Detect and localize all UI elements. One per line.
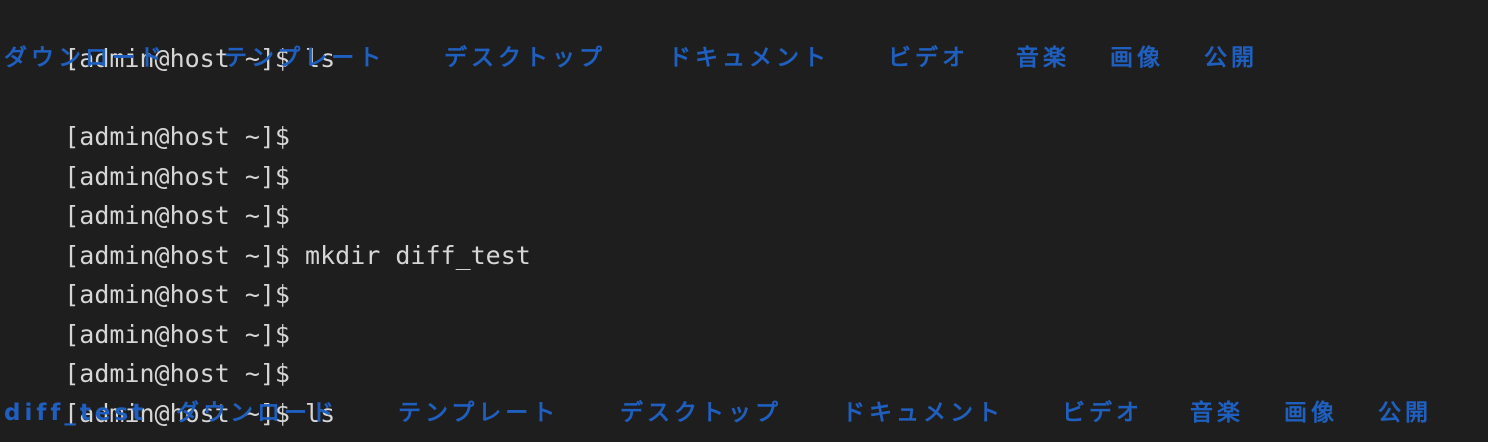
directory-entry: 音楽 [1016, 45, 1070, 71]
terminal-line: [admin@host ~]$ [4, 276, 290, 349]
terminal-line: [admin@host ~]$ ls [4, 355, 335, 428]
directory-entry: ドキュメント [842, 400, 1004, 426]
command-text: mkdir diff_test [290, 241, 531, 270]
terminal-line: [admin@host ~]$ [4, 315, 290, 388]
directory-entry: 画像 [1110, 45, 1164, 71]
directory-entry: ビデオ [888, 45, 969, 71]
directory-listing: ダウンロード テンプレート デスクトップ ドキュメント ビデオ 音楽 画像 公開 [4, 39, 1254, 78]
directory-entry: ダウンロード [4, 45, 166, 71]
directory-entry: 画像 [1284, 400, 1338, 426]
directory-entry: デスクトップ [620, 400, 782, 426]
directory-entry: ビデオ [1062, 400, 1143, 426]
directory-entry: 公開 [1378, 400, 1432, 426]
directory-entry: 公開 [1204, 45, 1258, 71]
directory-entry: テンプレート [224, 45, 386, 71]
directory-entry: 音楽 [1190, 400, 1244, 426]
terminal-line: [admin@host ~]$ mkdir diff_test [4, 197, 531, 270]
directory-entry: ダウンロード [176, 400, 338, 426]
terminal-window[interactable]: [admin@host ~]$ ls ダウンロード テンプレート デスクトップ … [0, 0, 1488, 442]
directory-entry: diff_test [4, 400, 148, 426]
terminal-line: [admin@host ~]$ [4, 78, 290, 151]
terminal-line: [admin@host ~]$ ls [4, 0, 335, 73]
directory-entry: テンプレート [398, 400, 560, 426]
directory-entry: デスクトップ [444, 45, 606, 71]
terminal-line: [admin@host ~]$ [4, 118, 290, 191]
directory-entry: ドキュメント [668, 45, 830, 71]
directory-listing: diff_test ダウンロード テンプレート デスクトップ ドキュメント ビデ… [4, 394, 1428, 433]
terminal-line: [admin@host ~]$ [4, 157, 290, 230]
terminal-line: [admin@host ~]$ [4, 236, 290, 309]
